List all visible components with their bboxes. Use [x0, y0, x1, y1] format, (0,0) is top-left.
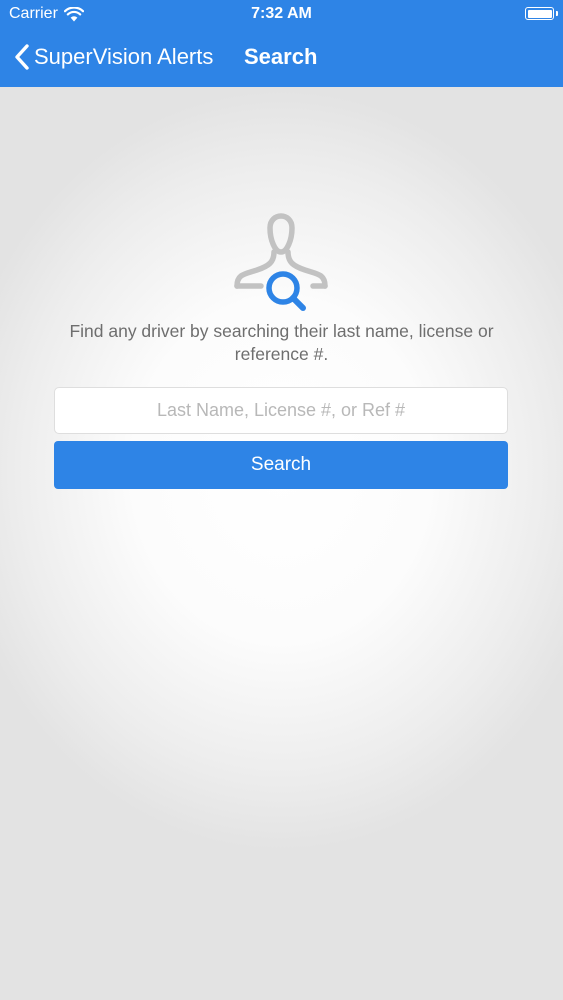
search-content: Find any driver by searching their last …	[0, 87, 563, 1000]
battery-fill	[527, 9, 552, 18]
status-time: 7:32 AM	[251, 5, 312, 22]
status-bar: Carrier 7:32 AM	[0, 0, 563, 30]
nav-bar: SuperVision Alerts Search	[0, 36, 563, 80]
search-description: Find any driver by searching their last …	[69, 321, 494, 364]
page-title: Search	[244, 44, 318, 69]
search-input[interactable]	[54, 387, 508, 434]
search-button[interactable]: Search	[54, 441, 508, 489]
battery-cap	[556, 11, 558, 16]
chevron-left-icon	[15, 44, 29, 70]
back-label: SuperVision Alerts	[34, 44, 214, 69]
app-header: Carrier 7:32 AM SuperVision Alerts Searc…	[0, 0, 563, 87]
battery-icon	[525, 7, 554, 20]
person-search-icon	[234, 213, 328, 311]
back-button[interactable]: SuperVision Alerts	[14, 42, 213, 72]
